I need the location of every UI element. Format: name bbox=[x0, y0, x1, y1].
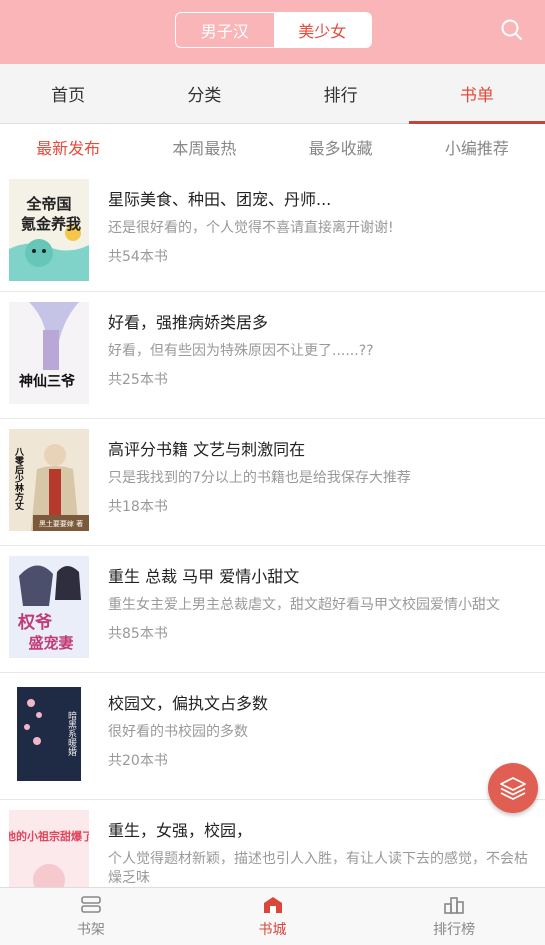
tab-booklist[interactable]: 书单 bbox=[408, 64, 545, 124]
svg-text:暗黑系暖婚: 暗黑系暖婚 bbox=[66, 710, 77, 757]
booklist-title: 重生，女强，校园， bbox=[108, 821, 253, 840]
booklist-count: 共54本书 bbox=[108, 249, 168, 265]
book-cover: 暗黑系暖婚 bbox=[9, 683, 89, 785]
svg-text:权爷: 权爷 bbox=[17, 612, 53, 633]
sub-tabs: 最新发布 本周最热 最多收藏 小编推荐 bbox=[0, 125, 545, 169]
svg-text:盛宠妻: 盛宠妻 bbox=[28, 634, 73, 652]
svg-text:神仙三爷: 神仙三爷 bbox=[19, 373, 76, 390]
top-header: 男子汉 美少女 bbox=[0, 0, 545, 64]
nav-label: 排行榜 bbox=[433, 922, 476, 938]
nav-label: 书城 bbox=[258, 922, 287, 938]
booklist-item[interactable]: 权爷 盛宠妻 重生 总裁 马甲 爱情小甜文 重生女主爱上男主总裁虐文，甜文超好看… bbox=[0, 546, 545, 673]
nav-ranking[interactable]: 排行榜 bbox=[363, 888, 545, 945]
booklist-desc: 还是很好看的，个人觉得不喜请直接离开谢谢! bbox=[108, 220, 394, 236]
booklist-desc: 重生女主爱上男主总裁虐文，甜文超好看马甲文校园爱情小甜文 bbox=[108, 597, 500, 613]
segment-female[interactable]: 美少女 bbox=[273, 13, 371, 47]
nav-label: 书架 bbox=[76, 922, 105, 938]
book-cover: 他的小祖宗甜爆了 bbox=[9, 810, 89, 887]
svg-text:全帝国: 全帝国 bbox=[25, 195, 71, 213]
booklist-count: 共25本书 bbox=[108, 372, 168, 388]
bookstore-icon bbox=[263, 897, 282, 913]
booklist-count: 共20本书 bbox=[108, 753, 168, 769]
booklist-title: 重生 总裁 马甲 爱情小甜文 bbox=[108, 567, 300, 586]
bookshelf-icon bbox=[81, 896, 101, 913]
booklist-desc: 好看，但有些因为特殊原因不让更了......?? bbox=[108, 343, 374, 359]
tab-ranking[interactable]: 排行 bbox=[273, 64, 409, 123]
booklist-item[interactable]: 全帝国 氪金养我 星际美食、种田、团宠、丹师... 还是很好看的，个人觉得不喜请… bbox=[0, 169, 545, 292]
subtab-most-favorited[interactable]: 最多收藏 bbox=[273, 125, 409, 169]
search-icon[interactable] bbox=[499, 17, 525, 43]
svg-text:氪金养我: 氪金养我 bbox=[21, 215, 81, 233]
booklist-desc: 个人觉得题材新颖，描述也引人入胜，有让人读下去的感觉，不会枯燥乏味 bbox=[108, 851, 528, 886]
svg-text:他的小祖宗甜爆了: 他的小祖宗甜爆了 bbox=[9, 829, 89, 843]
booklist-title: 高评分书籍 文艺与刺激同在 bbox=[108, 440, 306, 459]
booklist-desc: 只是我找到的7分以上的书籍也是给我保存大推荐 bbox=[108, 470, 411, 486]
booklist-count: 共18本书 bbox=[108, 499, 168, 515]
booklist-item[interactable]: 八零后少林方丈 黑土要要嫁 著 高评分书籍 文艺与刺激同在 只是我找到的7分以上… bbox=[0, 419, 545, 546]
booklist-list: 全帝国 氪金养我 星际美食、种田、团宠、丹师... 还是很好看的，个人觉得不喜请… bbox=[0, 169, 545, 887]
subtab-latest[interactable]: 最新发布 bbox=[0, 125, 136, 169]
svg-text:黑土要要嫁 著: 黑土要要嫁 著 bbox=[39, 519, 83, 528]
ranking-icon bbox=[444, 897, 464, 914]
main-tabs: 首页 分类 排行 书单 bbox=[0, 64, 545, 124]
book-cover: 全帝国 氪金养我 bbox=[9, 179, 89, 281]
layers-icon bbox=[500, 777, 526, 800]
booklist-title: 好看，强推病娇类居多 bbox=[108, 313, 269, 332]
booklist-item[interactable]: 他的小祖宗甜爆了 重生，女强，校园， 个人觉得题材新颖，描述也引人入胜，有让人读… bbox=[0, 800, 545, 887]
gender-switch: 男子汉 美少女 bbox=[175, 12, 372, 48]
booklist-desc: 很好看的书校园的多数 bbox=[108, 724, 248, 740]
segment-male[interactable]: 男子汉 bbox=[176, 13, 274, 47]
booklist-item[interactable]: 暗黑系暖婚 校园文，偏执文占多数 很好看的书校园的多数 共20本书 bbox=[0, 673, 545, 800]
booklist-title: 星际美食、种田、团宠、丹师... bbox=[108, 190, 332, 209]
subtab-weekly-hot[interactable]: 本周最热 bbox=[136, 125, 272, 169]
tab-category[interactable]: 分类 bbox=[136, 64, 272, 123]
nav-bookstore[interactable]: 书城 bbox=[182, 888, 364, 945]
book-cover: 权爷 盛宠妻 bbox=[9, 556, 89, 658]
booklist-count: 共85本书 bbox=[108, 626, 168, 642]
nav-bookshelf[interactable]: 书架 bbox=[0, 888, 182, 945]
bottom-nav: 书架 书城 排行榜 bbox=[0, 887, 545, 945]
book-cover: 神仙三爷 bbox=[9, 302, 89, 404]
booklist-item[interactable]: 神仙三爷 好看，强推病娇类居多 好看，但有些因为特殊原因不让更了......??… bbox=[0, 292, 545, 419]
subtab-editor-picks[interactable]: 小编推荐 bbox=[409, 125, 545, 169]
layers-fab-button[interactable] bbox=[488, 763, 538, 813]
booklist-title: 校园文，偏执文占多数 bbox=[108, 694, 269, 713]
book-cover: 八零后少林方丈 黑土要要嫁 著 bbox=[9, 429, 89, 531]
tab-home[interactable]: 首页 bbox=[0, 64, 136, 123]
svg-text:八零后少林方丈: 八零后少林方丈 bbox=[13, 447, 25, 511]
